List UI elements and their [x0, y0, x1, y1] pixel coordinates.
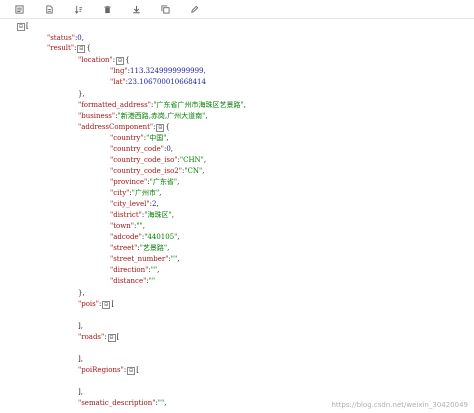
- document-icon[interactable]: [43, 3, 55, 15]
- distance-line: "distance":"": [110, 277, 156, 285]
- key: "country_code": [110, 145, 164, 153]
- delete-icon[interactable]: [101, 3, 113, 15]
- key: "roads": [78, 333, 105, 341]
- key: "adcode": [110, 233, 142, 241]
- key: "street": [110, 244, 138, 252]
- collapse-toggle[interactable]: ⊟: [77, 45, 86, 53]
- format-icon[interactable]: [13, 3, 25, 15]
- city-line: "city":"广州市",: [110, 189, 162, 197]
- address-component-line: "addressComponent": ⊟{: [78, 123, 170, 132]
- poi-regions-line: "poiRegions": ⊟[: [78, 366, 139, 375]
- key: "status": [47, 34, 75, 42]
- street-number-line: "street_number":"",: [110, 255, 180, 263]
- key: "formatted_address": [78, 101, 151, 109]
- province-line: "province":"广东省",: [110, 178, 180, 186]
- key: "city": [110, 189, 130, 197]
- value: "新港西路,赤岗,广州大道南": [117, 112, 206, 120]
- value: "中国": [146, 134, 167, 142]
- collapse-toggle[interactable]: ⊟: [116, 57, 125, 65]
- key: "pois": [78, 300, 99, 308]
- value: "CN": [184, 167, 203, 175]
- key: "district": [110, 211, 142, 219]
- country-code-line: "country_code":0,: [110, 145, 174, 153]
- business-line: "business":"新港西路,赤岗,广州大道南",: [78, 112, 208, 120]
- value: "广东省": [149, 178, 178, 186]
- pois-line: "pois": ⊟[: [78, 300, 115, 309]
- lat-line: "lat":23.106700010668414: [110, 78, 206, 86]
- value: "CHN": [179, 156, 204, 164]
- key: "sematic_description": [78, 399, 156, 407]
- json-tree-view: ⊟[ "status":0, "result": ⊟{ "location": ⊟{…: [0, 19, 474, 413]
- country-code-iso-line: "country_code_iso":"CHN",: [110, 156, 207, 164]
- street-line: "street":"艺景路",: [110, 244, 170, 252]
- key: "city_level": [110, 200, 150, 208]
- key: "town": [110, 222, 134, 230]
- value: 23.106700010668414: [128, 78, 206, 86]
- key: "country": [110, 134, 144, 142]
- close-bracket-line: ],: [78, 355, 83, 363]
- key: "direction": [110, 266, 149, 274]
- key: "country_code_iso2": [110, 167, 182, 175]
- town-line: "town":"",: [110, 222, 146, 230]
- copy-icon[interactable]: [159, 3, 171, 15]
- value: "广东省广州市海珠区艺景路": [153, 101, 244, 109]
- country-code-iso2-line: "country_code_iso2":"CN",: [110, 167, 205, 175]
- value: "广州市": [131, 189, 160, 197]
- key: "lat": [110, 78, 126, 86]
- close-bracket-line: ],: [78, 388, 83, 396]
- key: "lng": [110, 67, 128, 75]
- download-icon[interactable]: [130, 3, 142, 15]
- sematic-description-line: "sematic_description":"",: [78, 399, 167, 407]
- close-brace-line: },: [78, 289, 85, 297]
- key: "poiRegions": [78, 366, 124, 374]
- close-bracket-line: ],: [78, 322, 83, 330]
- key: "addressComponent": [78, 123, 154, 131]
- collapse-toggle[interactable]: ⊟: [156, 124, 165, 132]
- collapse-toggle[interactable]: ⊟: [17, 23, 25, 31]
- tree-root-line: ⊟[: [16, 21, 29, 32]
- value: "": [148, 277, 156, 285]
- value: "海珠区": [144, 211, 172, 219]
- lng-line: "lng":113.3249999999999,: [110, 67, 206, 75]
- result-line: "result": ⊟{: [47, 44, 91, 53]
- collapse-toggle[interactable]: ⊟: [102, 301, 111, 309]
- close-brace-line: },: [78, 90, 85, 98]
- formatted-address-line: "formatted_address":"广东省广州市海珠区艺景路",: [78, 101, 247, 109]
- value: "440105": [144, 233, 178, 241]
- value: "艺景路": [139, 244, 168, 252]
- district-line: "district":"海珠区",: [110, 211, 174, 219]
- key: "result": [47, 44, 75, 52]
- adcode-line: "adcode":"440105",: [110, 233, 180, 241]
- location-line: "location": ⊟{: [78, 56, 130, 65]
- value: 113.3249999999999,: [130, 67, 206, 75]
- edit-icon[interactable]: [188, 3, 200, 15]
- key: "province": [110, 178, 148, 186]
- key: "business": [78, 112, 116, 120]
- direction-line: "direction":"",: [110, 266, 160, 274]
- key: "location": [78, 56, 113, 64]
- watermark: https://blog.csdn.net/weixin_30420049: [331, 401, 468, 409]
- collapse-toggle[interactable]: ⊟: [127, 367, 136, 375]
- roads-line: "roads": ⊟[: [78, 333, 120, 342]
- country-line: "country":"中国",: [110, 134, 169, 142]
- sort-icon[interactable]: [72, 3, 84, 15]
- key: "country_code_iso": [110, 156, 178, 164]
- city-level-line: "city_level":2,: [110, 200, 159, 208]
- collapse-toggle[interactable]: ⊟: [107, 334, 116, 342]
- key: "distance": [110, 277, 147, 285]
- key: "street_number": [110, 255, 169, 263]
- toolbar: [0, 0, 474, 19]
